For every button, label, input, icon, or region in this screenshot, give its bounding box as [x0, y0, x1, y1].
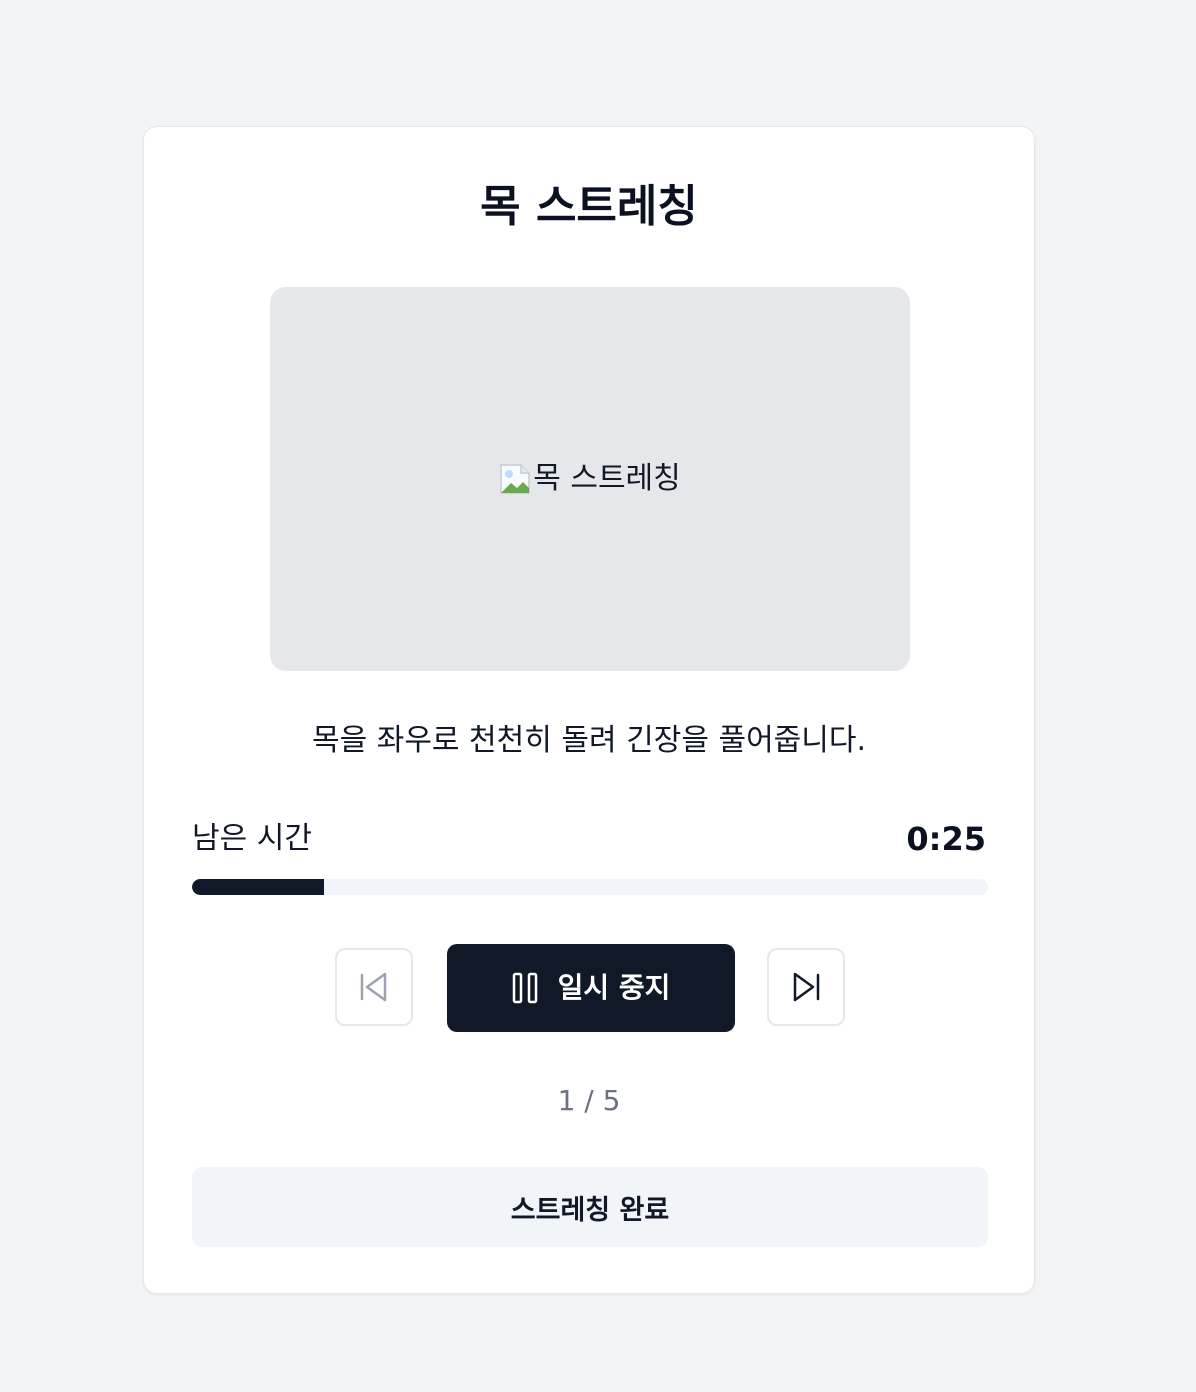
skip-forward-icon [793, 972, 820, 1002]
progress-bar-fill [192, 879, 325, 895]
exercise-title: 목 스트레칭 [480, 181, 698, 232]
previous-button[interactable] [335, 948, 413, 1026]
stretching-card: 목 스트레칭 목 스트레칭 목을 좌우로 천천히 돌려 긴장을 풀어줍니다. 남… [143, 126, 1035, 1294]
remaining-time-label: 남은 시간 [192, 821, 312, 856]
exercise-description: 목을 좌우로 천천히 돌려 긴장을 풀어줍니다. [311, 723, 867, 758]
exercise-image: 목 스트레칭 [499, 461, 681, 497]
pause-icon [512, 972, 537, 1004]
pause-button[interactable]: 일시 중지 [447, 944, 735, 1032]
remaining-time-value: 0:25 [906, 820, 986, 858]
complete-stretching-button[interactable]: 스트레칭 완료 [192, 1167, 988, 1247]
skip-back-icon [360, 972, 387, 1002]
broken-image-icon [500, 464, 530, 494]
next-button[interactable] [767, 948, 845, 1026]
image-alt-text: 목 스트레칭 [533, 461, 681, 496]
exercise-counter: 1 / 5 [557, 1084, 621, 1117]
progress-bar [192, 879, 988, 895]
exercise-image-container: 목 스트레칭 [270, 287, 910, 671]
pause-button-label: 일시 중지 [557, 971, 671, 1004]
